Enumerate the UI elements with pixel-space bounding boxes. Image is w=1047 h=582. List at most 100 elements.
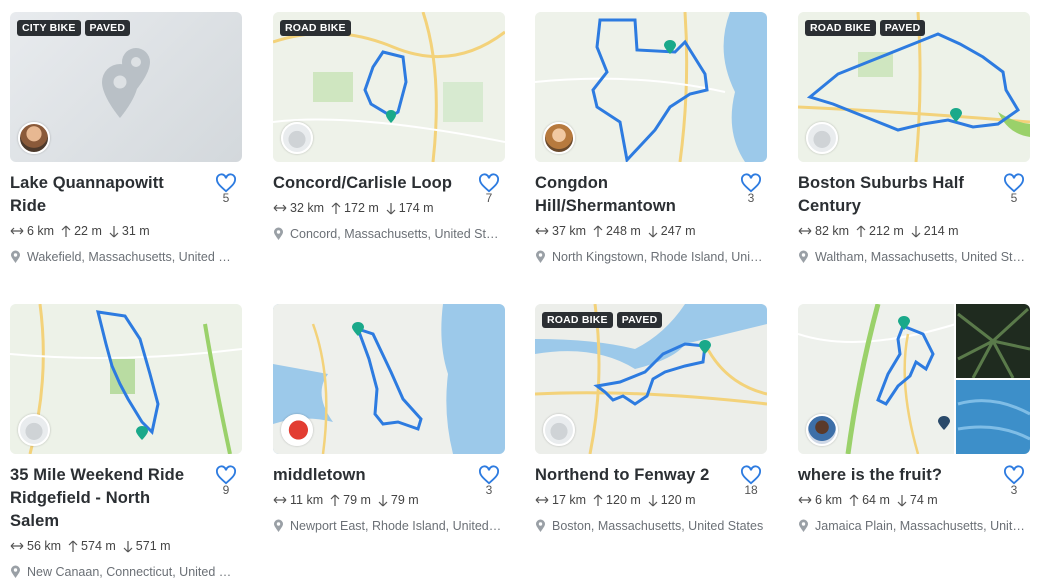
- descent-value: 174 m: [398, 201, 434, 215]
- route-title[interactable]: 35 Mile Weekend Ride Ridgefield - North …: [10, 464, 202, 533]
- route-card[interactable]: middletown 3 11 km 79 m 79 m Newport Eas…: [273, 304, 505, 533]
- descent-value: 247 m: [660, 224, 696, 238]
- tag-list: ROAD BIKE PAVED: [805, 20, 926, 36]
- route-location: Jamaica Plain, Massachusetts, United Sta…: [798, 519, 1030, 533]
- route-location: New Canaan, Connecticut, United States: [10, 565, 242, 579]
- route-card[interactable]: ROAD BIKE PAVED Northend to Fenway 2 18 …: [535, 304, 767, 533]
- arrow-up-icon: [593, 225, 603, 237]
- route-stats: 56 km 574 m 571 m: [10, 539, 242, 553]
- descent-value: 214 m: [923, 224, 959, 238]
- avatar[interactable]: [543, 414, 575, 446]
- tag-list: ROAD BIKE PAVED: [542, 312, 663, 328]
- arrow-down-icon: [378, 494, 388, 506]
- arrow-up-icon: [330, 494, 340, 506]
- distance-value: 37 km: [552, 224, 587, 238]
- heart-icon[interactable]: [1003, 465, 1025, 485]
- route-card[interactable]: CITY BIKE PAVED Lake Quannapowitt Ride 5: [10, 12, 242, 264]
- heart-icon[interactable]: [478, 465, 500, 485]
- tag-badge: PAVED: [879, 20, 926, 36]
- arrows-horizontal-icon: [273, 204, 287, 212]
- heart-icon[interactable]: [1003, 173, 1025, 193]
- route-title[interactable]: Lake Quannapowitt Ride: [10, 172, 202, 218]
- like-button[interactable]: 3: [476, 465, 502, 497]
- like-button[interactable]: 5: [213, 173, 239, 205]
- route-thumbnail[interactable]: ROAD BIKE PAVED: [798, 12, 1030, 162]
- ascent-value: 248 m: [606, 224, 641, 238]
- route-thumbnail[interactable]: [10, 304, 242, 454]
- ascent-value: 120 m: [606, 493, 641, 507]
- like-button[interactable]: 7: [476, 173, 502, 205]
- map-pin-icon: [274, 519, 283, 532]
- like-count: 5: [1010, 191, 1018, 205]
- location-text: Jamaica Plain, Massachusetts, United Sta…: [815, 519, 1027, 533]
- tag-badge: ROAD BIKE: [542, 312, 613, 328]
- like-count: 5: [222, 191, 230, 205]
- route-title[interactable]: Concord/Carlisle Loop: [273, 172, 465, 195]
- route-location: Concord, Massachusetts, United States: [273, 227, 505, 241]
- avatar[interactable]: [806, 414, 838, 446]
- like-count: 9: [222, 483, 230, 497]
- distance-value: 32 km: [290, 201, 325, 215]
- arrow-up-icon: [856, 225, 866, 237]
- heart-icon[interactable]: [215, 173, 237, 193]
- route-card[interactable]: Congdon Hill/Shermantown 3 37 km 248 m 2…: [535, 12, 767, 264]
- route-title[interactable]: where is the fruit?: [798, 464, 990, 487]
- route-stats: 11 km 79 m 79 m: [273, 493, 505, 507]
- descent-value: 31 m: [121, 224, 150, 238]
- arrow-down-icon: [648, 494, 658, 506]
- route-card[interactable]: 35 Mile Weekend Ride Ridgefield - North …: [10, 304, 242, 579]
- like-count: 18: [744, 483, 758, 497]
- route-title[interactable]: Boston Suburbs Half Century: [798, 172, 990, 218]
- distance-value: 6 km: [815, 493, 843, 507]
- route-thumbnail[interactable]: CITY BIKE PAVED: [10, 12, 242, 162]
- like-button[interactable]: 18: [738, 465, 764, 497]
- tag-badge: PAVED: [84, 20, 131, 36]
- tag-list: CITY BIKE PAVED: [17, 20, 131, 36]
- arrow-down-icon: [123, 540, 133, 552]
- avatar[interactable]: [281, 414, 313, 446]
- route-stats: 6 km 22 m 31 m: [10, 224, 242, 238]
- like-button[interactable]: 9: [213, 465, 239, 497]
- map-pin-icon: [11, 565, 20, 578]
- route-thumbnail[interactable]: [535, 12, 767, 162]
- route-stats: 17 km 120 m 120 m: [535, 493, 767, 507]
- arrow-up-icon: [849, 494, 859, 506]
- arrows-horizontal-icon: [10, 542, 24, 550]
- route-thumbnail[interactable]: ROAD BIKE: [273, 12, 505, 162]
- location-text: Newport East, Rhode Island, United State…: [290, 519, 502, 533]
- like-button[interactable]: 5: [1001, 173, 1027, 205]
- arrows-horizontal-icon: [273, 496, 287, 504]
- ascent-value: 64 m: [862, 493, 890, 507]
- like-button[interactable]: 3: [738, 173, 764, 205]
- heart-icon[interactable]: [740, 173, 762, 193]
- map-pin-icon: [536, 250, 545, 263]
- avatar[interactable]: [281, 122, 313, 154]
- avatar[interactable]: [806, 122, 838, 154]
- route-title[interactable]: Northend to Fenway 2: [535, 464, 727, 487]
- route-thumbnail[interactable]: [273, 304, 505, 454]
- route-location: Wakefield, Massachusetts, United States: [10, 250, 242, 264]
- avatar[interactable]: [543, 122, 575, 154]
- location-text: Waltham, Massachusetts, United States: [815, 250, 1027, 264]
- route-card[interactable]: where is the fruit? 3 6 km 64 m 74 m Jam…: [798, 304, 1030, 533]
- route-thumbnail[interactable]: [798, 304, 1030, 454]
- heart-icon[interactable]: [215, 465, 237, 485]
- route-title[interactable]: Congdon Hill/Shermantown: [535, 172, 727, 218]
- distance-value: 56 km: [27, 539, 62, 553]
- distance-value: 82 km: [815, 224, 850, 238]
- route-card[interactable]: ROAD BIKE Concord/Carlisle Loop 7 32 km …: [273, 12, 505, 241]
- location-text: Boston, Massachusetts, United States: [552, 519, 764, 533]
- heart-icon[interactable]: [478, 173, 500, 193]
- avatar[interactable]: [18, 122, 50, 154]
- avatar[interactable]: [18, 414, 50, 446]
- route-card[interactable]: ROAD BIKE PAVED Boston Suburbs Half Cent…: [798, 12, 1030, 264]
- route-stats: 82 km 212 m 214 m: [798, 224, 1030, 238]
- ascent-value: 212 m: [869, 224, 904, 238]
- route-thumbnail[interactable]: ROAD BIKE PAVED: [535, 304, 767, 454]
- heart-icon[interactable]: [740, 465, 762, 485]
- like-button[interactable]: 3: [1001, 465, 1027, 497]
- ascent-value: 172 m: [344, 201, 379, 215]
- route-title[interactable]: middletown: [273, 464, 465, 487]
- map-pin-icon: [799, 519, 808, 532]
- descent-value: 120 m: [660, 493, 696, 507]
